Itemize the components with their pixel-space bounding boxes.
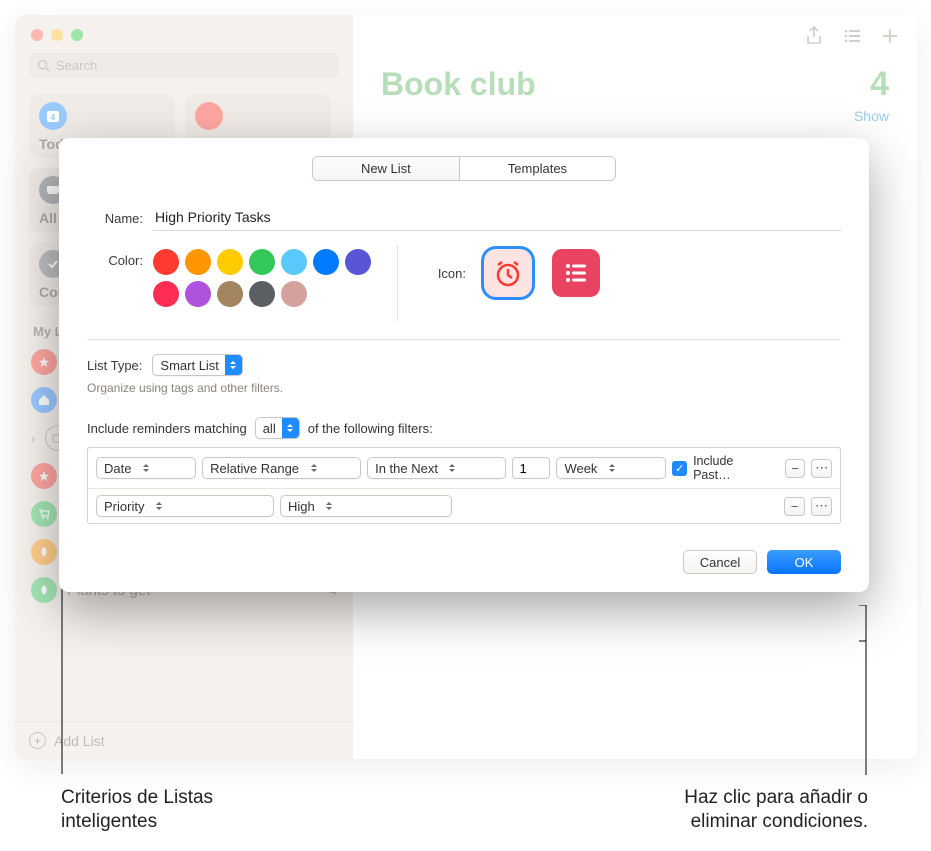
remove-filter-button[interactable]: − (785, 459, 806, 478)
zoom-window-icon[interactable] (71, 29, 83, 41)
show-completed-link[interactable]: Show (854, 108, 889, 124)
chevron-up-down-icon (444, 458, 461, 478)
include-past-label: Include Past… (693, 454, 773, 482)
filter-more-button[interactable]: ⋯ (811, 459, 832, 478)
alarm-clock-icon (492, 257, 524, 289)
star-icon: ★ (31, 463, 57, 489)
list-icon (563, 262, 589, 284)
include-text-pre: Include reminders matching (87, 421, 247, 436)
add-reminder-icon[interactable] (879, 25, 901, 47)
filter-value-select[interactable]: High (280, 495, 452, 517)
filter-more-button[interactable]: ⋯ (811, 497, 832, 516)
filter-unit-select[interactable]: Week (556, 457, 666, 479)
tab-bar: New List Templates (312, 156, 616, 181)
icon-list[interactable] (552, 249, 600, 297)
chevron-up-down-icon (321, 496, 338, 516)
name-field[interactable] (153, 205, 841, 231)
svg-text:4: 4 (51, 113, 56, 122)
match-mode-select[interactable]: all (255, 417, 300, 439)
filters-box: Date Relative Range In the Next Week ✓ I… (87, 447, 841, 524)
color-swatch[interactable] (217, 249, 243, 275)
include-text-post: of the following filters: (308, 421, 433, 436)
search-input[interactable]: Search (29, 53, 339, 78)
minus-icon: − (791, 499, 799, 514)
icon-alarm-clock[interactable] (484, 249, 532, 297)
window-controls (15, 15, 353, 41)
house-icon (31, 387, 57, 413)
filter-field-select[interactable]: Date (96, 457, 196, 479)
plus-circle-icon: + (29, 732, 46, 749)
list-type-hint: Organize using tags and other filters. (87, 381, 841, 395)
star-icon: ★ (31, 349, 57, 375)
remove-filter-button[interactable]: − (784, 497, 805, 516)
name-label: Name: (87, 211, 143, 226)
minimize-window-icon[interactable] (51, 29, 63, 41)
color-swatch[interactable] (185, 281, 211, 307)
color-swatch[interactable] (217, 281, 243, 307)
tile-label: All (39, 210, 57, 226)
view-options-icon[interactable] (841, 25, 863, 47)
list-type-select[interactable]: Smart List (152, 354, 243, 376)
filter-row-date: Date Relative Range In the Next Week ✓ I… (88, 448, 840, 488)
ellipsis-icon: ⋯ (815, 460, 828, 476)
color-swatch[interactable] (153, 281, 179, 307)
callout-smart-criteria: Criterios de Listas inteligentes (61, 786, 301, 834)
color-swatch[interactable] (313, 249, 339, 275)
filter-mode-select[interactable]: Relative Range (202, 457, 361, 479)
filter-direction-select[interactable]: In the Next (367, 457, 506, 479)
leaf-icon (31, 539, 57, 565)
filter-row-priority: Priority High − ⋯ (88, 488, 840, 523)
filter-field-select[interactable]: Priority (96, 495, 274, 517)
ellipsis-icon: ⋯ (815, 498, 828, 514)
divider (87, 339, 841, 340)
add-list-button[interactable]: + Add List (15, 721, 353, 759)
callout-add-remove: Haz clic para añadir o eliminar condicio… (628, 786, 868, 834)
close-window-icon[interactable] (31, 29, 43, 41)
tab-templates[interactable]: Templates (460, 157, 615, 180)
color-swatch[interactable] (345, 249, 371, 275)
color-swatch[interactable] (153, 249, 179, 275)
cart-icon (31, 501, 57, 527)
divider (397, 245, 398, 321)
icon-label: Icon: (426, 266, 466, 281)
color-swatch[interactable] (281, 249, 307, 275)
chevron-up-down-icon (305, 458, 322, 478)
include-past-checkbox[interactable]: ✓ (672, 461, 687, 476)
chevron-up-down-icon (603, 458, 620, 478)
leaf-icon (31, 577, 57, 603)
ok-button[interactable]: OK (767, 550, 841, 574)
chevron-right-icon: › (31, 431, 35, 446)
search-icon (37, 59, 50, 72)
calendar-today-icon: 4 (39, 102, 67, 130)
chevron-up-down-icon (282, 418, 299, 438)
search-placeholder: Search (56, 58, 97, 73)
tab-new-list[interactable]: New List (313, 157, 460, 180)
share-icon[interactable] (803, 25, 825, 47)
minus-icon: − (791, 461, 799, 476)
list-title: Book club (381, 66, 536, 103)
color-label: Color: (87, 249, 143, 268)
color-swatches (153, 249, 383, 307)
color-swatch[interactable] (249, 281, 275, 307)
chevron-up-down-icon (137, 458, 154, 478)
color-swatch[interactable] (249, 249, 275, 275)
new-list-dialog: New List Templates Name: Color: (59, 138, 869, 592)
list-type-label: List Type: (87, 358, 142, 373)
list-count: 4 (870, 65, 889, 104)
toolbar (353, 15, 917, 51)
chevron-up-down-icon (150, 496, 167, 516)
add-list-label: Add List (54, 733, 105, 749)
cancel-button[interactable]: Cancel (683, 550, 757, 574)
chevron-up-down-icon (225, 355, 242, 375)
calendar-icon (195, 102, 223, 130)
color-swatch[interactable] (185, 249, 211, 275)
color-swatch[interactable] (281, 281, 307, 307)
amount-field[interactable] (512, 457, 550, 479)
